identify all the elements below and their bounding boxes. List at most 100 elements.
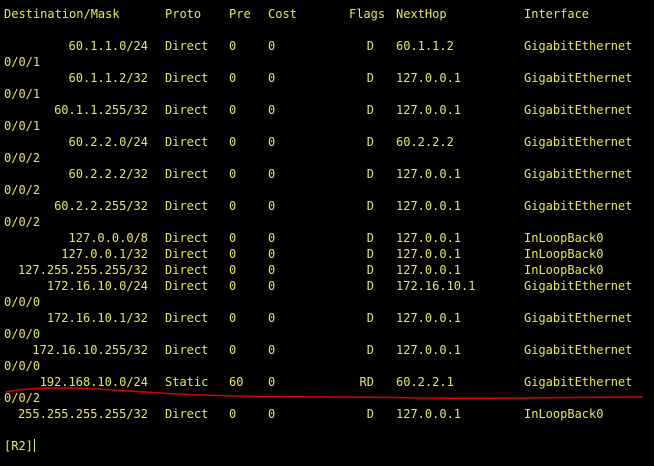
terminal-window[interactable]: Destination/Mask Proto Pre Cost Flags Ne… — [0, 0, 654, 466]
route-cost: 0 — [268, 247, 276, 261]
route-proto: Direct — [165, 71, 209, 85]
route-interface: GigabitEthernet — [524, 167, 633, 181]
route-interface-suffix: 0/0/2 — [4, 183, 41, 197]
route-interface-suffix: 0/0/1 — [4, 55, 41, 69]
route-cost: 0 — [268, 263, 276, 277]
route-interface-suffix: 0/0/0 — [4, 327, 41, 341]
route-interface-suffix: 0/0/1 — [4, 119, 41, 133]
route-flags: D — [366, 343, 374, 357]
route-interface: GigabitEthernet — [524, 103, 633, 117]
route-row: 60.1.1.0/24 Direct 0 0 D 60.1.1.2 GigabitEther… — [0, 38, 654, 54]
route-row: 172.16.10.1/32 Direct 0 0 D 127.0.0.1 GigabitE… — [0, 310, 654, 326]
route-interface-suffix: 0/0/2 — [4, 391, 41, 405]
header-interface: Interface — [524, 7, 590, 21]
route-row: 60.1.1.255/32 Direct 0 0 D 127.0.0.1 GigabitEt… — [0, 102, 654, 118]
route-destination: 60.2.2.255/32 — [54, 199, 148, 213]
route-proto: Direct — [165, 247, 209, 261]
route-destination: 60.1.1.255/32 — [54, 103, 148, 117]
route-pre: 0 — [229, 135, 237, 149]
route-destination: 192.168.10.0/24 — [39, 375, 148, 389]
route-destination: 60.2.2.0/24 — [68, 135, 148, 149]
route-nexthop: 60.2.2.1 — [396, 375, 454, 389]
route-cost: 0 — [268, 135, 276, 149]
route-destination: 60.1.1.2/32 — [68, 71, 148, 85]
header-cost: Cost — [268, 7, 297, 21]
route-nexthop: 60.1.1.2 — [396, 39, 454, 53]
route-cost: 0 — [268, 343, 276, 357]
route-destination: 255.255.255.255/32 — [17, 407, 148, 421]
route-pre: 60 — [229, 375, 244, 389]
text-cursor — [33, 439, 35, 452]
route-nexthop: 127.0.0.1 — [396, 199, 462, 213]
route-interface-suffix: 0/0/0 — [4, 295, 41, 309]
route-interface: GigabitEthernet — [524, 71, 633, 85]
route-destination: 60.2.2.2/32 — [68, 167, 148, 181]
route-row: 172.16.10.255/32 Direct 0 0 D 127.0.0.1 Gigabi… — [0, 342, 654, 358]
route-interface: InLoopBack0 — [524, 263, 604, 277]
route-row: 255.255.255.255/32 Direct 0 0 D 127.0.0.1 InLo… — [0, 406, 654, 422]
route-interface: InLoopBack0 — [524, 231, 604, 245]
route-interface-suffix: 0/0/1 — [4, 87, 41, 101]
route-destination: 60.1.1.0/24 — [68, 39, 148, 53]
prompt-text: [R2] — [4, 439, 33, 453]
route-interface-suffix: 0/0/0 — [4, 359, 41, 373]
route-proto: Direct — [165, 263, 209, 277]
route-pre: 0 — [229, 247, 237, 261]
route-pre: 0 — [229, 263, 237, 277]
route-row: 127.0.0.0/8 Direct 0 0 D 127.0.0.1 InLoopBack0 — [0, 230, 654, 246]
route-cost: 0 — [268, 167, 276, 181]
route-nexthop: 127.0.0.1 — [396, 231, 462, 245]
route-proto: Direct — [165, 199, 209, 213]
route-pre: 0 — [229, 71, 237, 85]
routing-table-header: Destination/Mask Proto Pre Cost Flags Ne… — [0, 6, 589, 22]
route-destination: 172.16.10.255/32 — [32, 343, 148, 357]
route-pre: 0 — [229, 39, 237, 53]
route-interface: GigabitEthernet — [524, 39, 633, 53]
route-destination: 172.16.10.1/32 — [46, 311, 148, 325]
route-proto: Direct — [165, 311, 209, 325]
route-cost: 0 — [268, 71, 276, 85]
command-prompt[interactable]: [R2] — [4, 438, 35, 454]
header-flags: Flags — [349, 7, 386, 21]
route-nexthop: 127.0.0.1 — [396, 167, 462, 181]
route-row: 192.168.10.0/24 Static 60 0 RD 60.2.2.1 Gigabi… — [0, 374, 654, 390]
route-destination: 172.16.10.0/24 — [46, 279, 148, 293]
route-pre: 0 — [229, 167, 237, 181]
route-row: 60.2.2.2/32 Direct 0 0 D 127.0.0.1 GigabitEthe… — [0, 166, 654, 182]
route-interface: GigabitEthernet — [524, 199, 633, 213]
header-destination: Destination/Mask — [4, 7, 120, 21]
route-row: 127.255.255.255/32 Direct 0 0 D 127.0.0.1 InLo… — [0, 262, 654, 278]
route-flags: D — [366, 279, 374, 293]
route-cost: 0 — [268, 311, 276, 325]
route-cost: 0 — [268, 199, 276, 213]
route-interface-suffix: 0/0/2 — [4, 151, 41, 165]
route-proto: Direct — [165, 135, 209, 149]
route-proto: Direct — [165, 167, 209, 181]
route-flags: RD — [359, 375, 374, 389]
route-cost: 0 — [268, 39, 276, 53]
route-cost: 0 — [268, 375, 276, 389]
route-row: 60.1.1.2/32 Direct 0 0 D 127.0.0.1 GigabitEthe… — [0, 70, 654, 86]
route-interface: GigabitEthernet — [524, 343, 633, 357]
route-interface: GigabitEthernet — [524, 279, 633, 293]
route-pre: 0 — [229, 407, 237, 421]
route-row: 60.2.2.255/32 Direct 0 0 D 127.0.0.1 GigabitEt… — [0, 198, 654, 214]
route-proto: Direct — [165, 407, 209, 421]
route-interface: InLoopBack0 — [524, 407, 604, 421]
route-row: 60.2.2.0/24 Direct 0 0 D 60.2.2.2 GigabitEther… — [0, 134, 654, 150]
route-flags: D — [366, 103, 374, 117]
route-nexthop: 127.0.0.1 — [396, 103, 462, 117]
route-nexthop: 127.0.0.1 — [396, 343, 462, 357]
route-interface: GigabitEthernet — [524, 135, 633, 149]
route-flags: D — [366, 135, 374, 149]
route-flags: D — [366, 231, 374, 245]
route-flags: D — [366, 199, 374, 213]
route-proto: Direct — [165, 39, 209, 53]
route-proto: Direct — [165, 231, 209, 245]
route-destination: 127.0.0.0/8 — [68, 231, 148, 245]
route-cost: 0 — [268, 231, 276, 245]
route-proto: Direct — [165, 343, 209, 357]
route-row: 172.16.10.0/24 Direct 0 0 D 172.16.10.1 Gigabi… — [0, 278, 654, 294]
route-proto: Static — [165, 375, 209, 389]
route-cost: 0 — [268, 103, 276, 117]
